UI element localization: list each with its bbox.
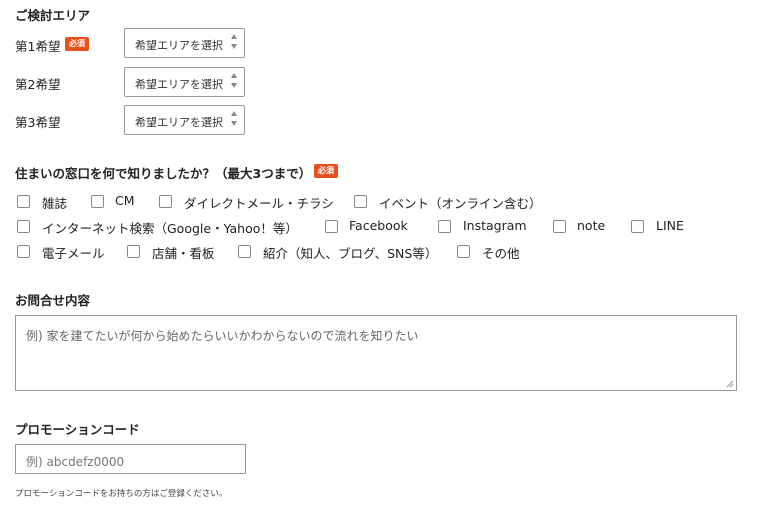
checkbox-direct-mail[interactable]	[159, 195, 172, 208]
select-arrows-icon	[231, 111, 239, 126]
checkbox-label: その他	[482, 246, 520, 261]
checkbox-label: 紹介（知人、ブログ、SNS等）	[263, 246, 438, 261]
checkbox-label: イベント（オンライン含む）	[379, 196, 542, 211]
checkbox-cm[interactable]	[91, 195, 104, 208]
checkbox-label: LINE	[656, 218, 684, 233]
promo-note: プロモーションコードをお持ちの方はご登録ください。	[15, 489, 228, 499]
select-arrows-icon	[231, 34, 239, 49]
required-badge: 必須	[65, 37, 89, 51]
checkbox-store-signboard[interactable]	[127, 245, 140, 258]
choice-2-select[interactable]: 希望エリアを選択	[124, 67, 245, 97]
checkbox-label: 店舗・看板	[152, 246, 215, 261]
required-badge: 必須	[314, 164, 338, 178]
checkbox-note[interactable]	[553, 220, 566, 233]
choice-1-label: 第1希望	[15, 39, 61, 54]
choice-3-select-value: 希望エリアを選択	[135, 116, 223, 129]
checkbox-label: CM	[115, 193, 135, 208]
choice-1-select-value: 希望エリアを選択	[135, 39, 223, 52]
inquiry-title: お問合せ内容	[15, 293, 91, 308]
choice-3-select[interactable]: 希望エリアを選択	[124, 105, 245, 135]
choice-2-label: 第2希望	[15, 77, 61, 92]
checkbox-label: 雑誌	[42, 196, 68, 211]
checkbox-label: Facebook	[349, 218, 408, 233]
checkbox-label: ダイレクトメール・チラシ	[184, 196, 334, 211]
checkbox-facebook[interactable]	[325, 220, 338, 233]
select-arrows-icon	[231, 73, 239, 88]
checkbox-internet-search[interactable]	[17, 220, 30, 233]
promo-placeholder: 例) abcdefz0000	[26, 455, 125, 469]
checkbox-line[interactable]	[631, 220, 644, 233]
checkbox-label: 電子メール	[42, 246, 105, 261]
choice-1-select[interactable]: 希望エリアを選択	[124, 28, 245, 58]
checkbox-email[interactable]	[17, 245, 30, 258]
choice-3-label: 第3希望	[15, 115, 61, 130]
checkbox-label: インターネット検索（Google・Yahoo！等）	[42, 221, 298, 236]
checkbox-label: Instagram	[463, 218, 527, 233]
checkbox-referral[interactable]	[238, 245, 251, 258]
checkbox-other[interactable]	[457, 245, 470, 258]
checkbox-instagram[interactable]	[438, 220, 451, 233]
resize-handle-icon[interactable]	[726, 380, 734, 388]
checkbox-magazine[interactable]	[17, 195, 30, 208]
source-question: 住まいの窓口を何で知りましたか？（最大3つまで）	[15, 166, 312, 181]
promo-title: プロモーションコード	[15, 422, 140, 437]
inquiry-placeholder: 例) 家を建てたいが何から始めたらいいかわからないので流れを知りたい	[26, 329, 419, 343]
checkbox-event[interactable]	[354, 195, 367, 208]
area-section-title: ご検討エリア	[15, 8, 91, 23]
promo-code-input[interactable]: 例) abcdefz0000	[15, 444, 246, 474]
choice-2-select-value: 希望エリアを選択	[135, 78, 223, 91]
checkbox-label: note	[577, 218, 606, 233]
inquiry-textarea[interactable]: 例) 家を建てたいが何から始めたらいいかわからないので流れを知りたい	[15, 315, 737, 391]
